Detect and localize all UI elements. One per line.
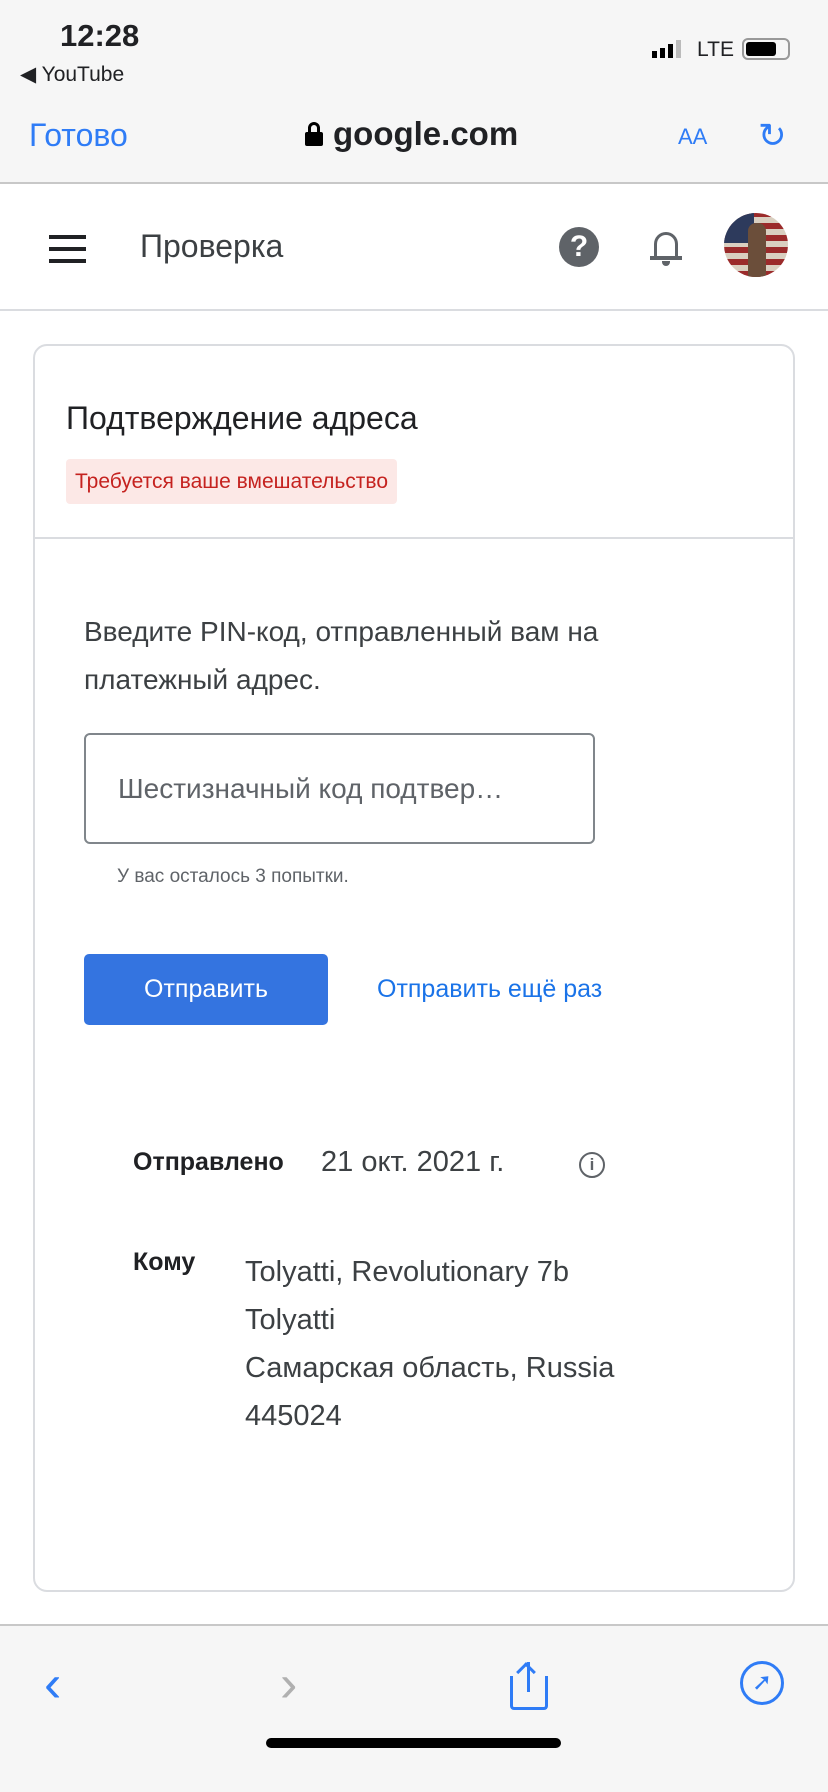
address-line: Tolyatti, Revolutionary 7b: [245, 1256, 569, 1288]
text-size-button[interactable]: AA: [678, 118, 707, 152]
recipient-label: Кому: [133, 1248, 196, 1276]
avatar[interactable]: [724, 213, 788, 277]
reload-icon[interactable]: ↻: [758, 116, 787, 156]
address-line: Tolyatti: [245, 1304, 336, 1336]
info-icon[interactable]: i: [579, 1152, 605, 1178]
address-bar[interactable]: google.com: [305, 115, 518, 153]
forward-icon: ›: [280, 1655, 298, 1713]
done-button[interactable]: Готово: [29, 117, 128, 154]
domain-label: google.com: [333, 115, 519, 152]
pin-placeholder: Шестизначный код подтвер…: [118, 773, 504, 804]
network-type: LTE: [697, 38, 734, 61]
lock-icon: [305, 122, 323, 146]
resend-link[interactable]: Отправить ещё раз: [377, 975, 602, 1004]
instruction-text: Введите PIN-код, отправленный вам на пла…: [84, 616, 599, 695]
notifications-bell-icon[interactable]: [649, 228, 683, 268]
safari-bottom-toolbar: ‹ › ➚: [0, 1624, 828, 1792]
menu-icon[interactable]: [49, 235, 86, 263]
status-time: 12:28: [60, 18, 140, 53]
divider: [35, 537, 793, 539]
sent-date: 21 окт. 2021 г.: [321, 1146, 505, 1178]
text-size-label: AA: [678, 124, 708, 149]
attempts-remaining: У вас осталось 3 попытки.: [117, 866, 349, 887]
back-icon[interactable]: ‹: [44, 1654, 61, 1714]
compass-icon[interactable]: ➚: [740, 1661, 784, 1705]
recipient-address: Tolyatti, Revolutionary 7b Tolyatti Сама…: [245, 1248, 614, 1440]
help-icon[interactable]: ?: [559, 227, 599, 267]
app-header: Проверка ?: [0, 184, 828, 311]
back-to-app[interactable]: ◀ YouTube: [20, 62, 124, 87]
sent-label: Отправлено: [133, 1148, 284, 1176]
address-line: Самарская область, Russia: [245, 1352, 615, 1384]
share-icon[interactable]: [510, 1662, 548, 1712]
address-verification-card: Подтверждение адреса Требуется ваше вмеш…: [33, 344, 795, 1592]
battery-icon: [742, 38, 790, 60]
address-line: 445024: [245, 1400, 342, 1432]
status-badge: Требуется ваше вмешательство: [66, 459, 398, 504]
pin-code-input[interactable]: Шестизначный код подтвер…: [84, 733, 595, 844]
signal-icon: [652, 40, 681, 58]
safari-top-bar: 12:28 ◀ YouTube LTE Готово google.com AA…: [0, 0, 828, 184]
submit-button[interactable]: Отправить: [84, 954, 328, 1025]
page-title: Проверка: [140, 228, 284, 264]
back-app-label: YouTube: [41, 63, 125, 86]
home-indicator: [266, 1738, 561, 1748]
card-title: Подтверждение адреса: [66, 400, 418, 436]
